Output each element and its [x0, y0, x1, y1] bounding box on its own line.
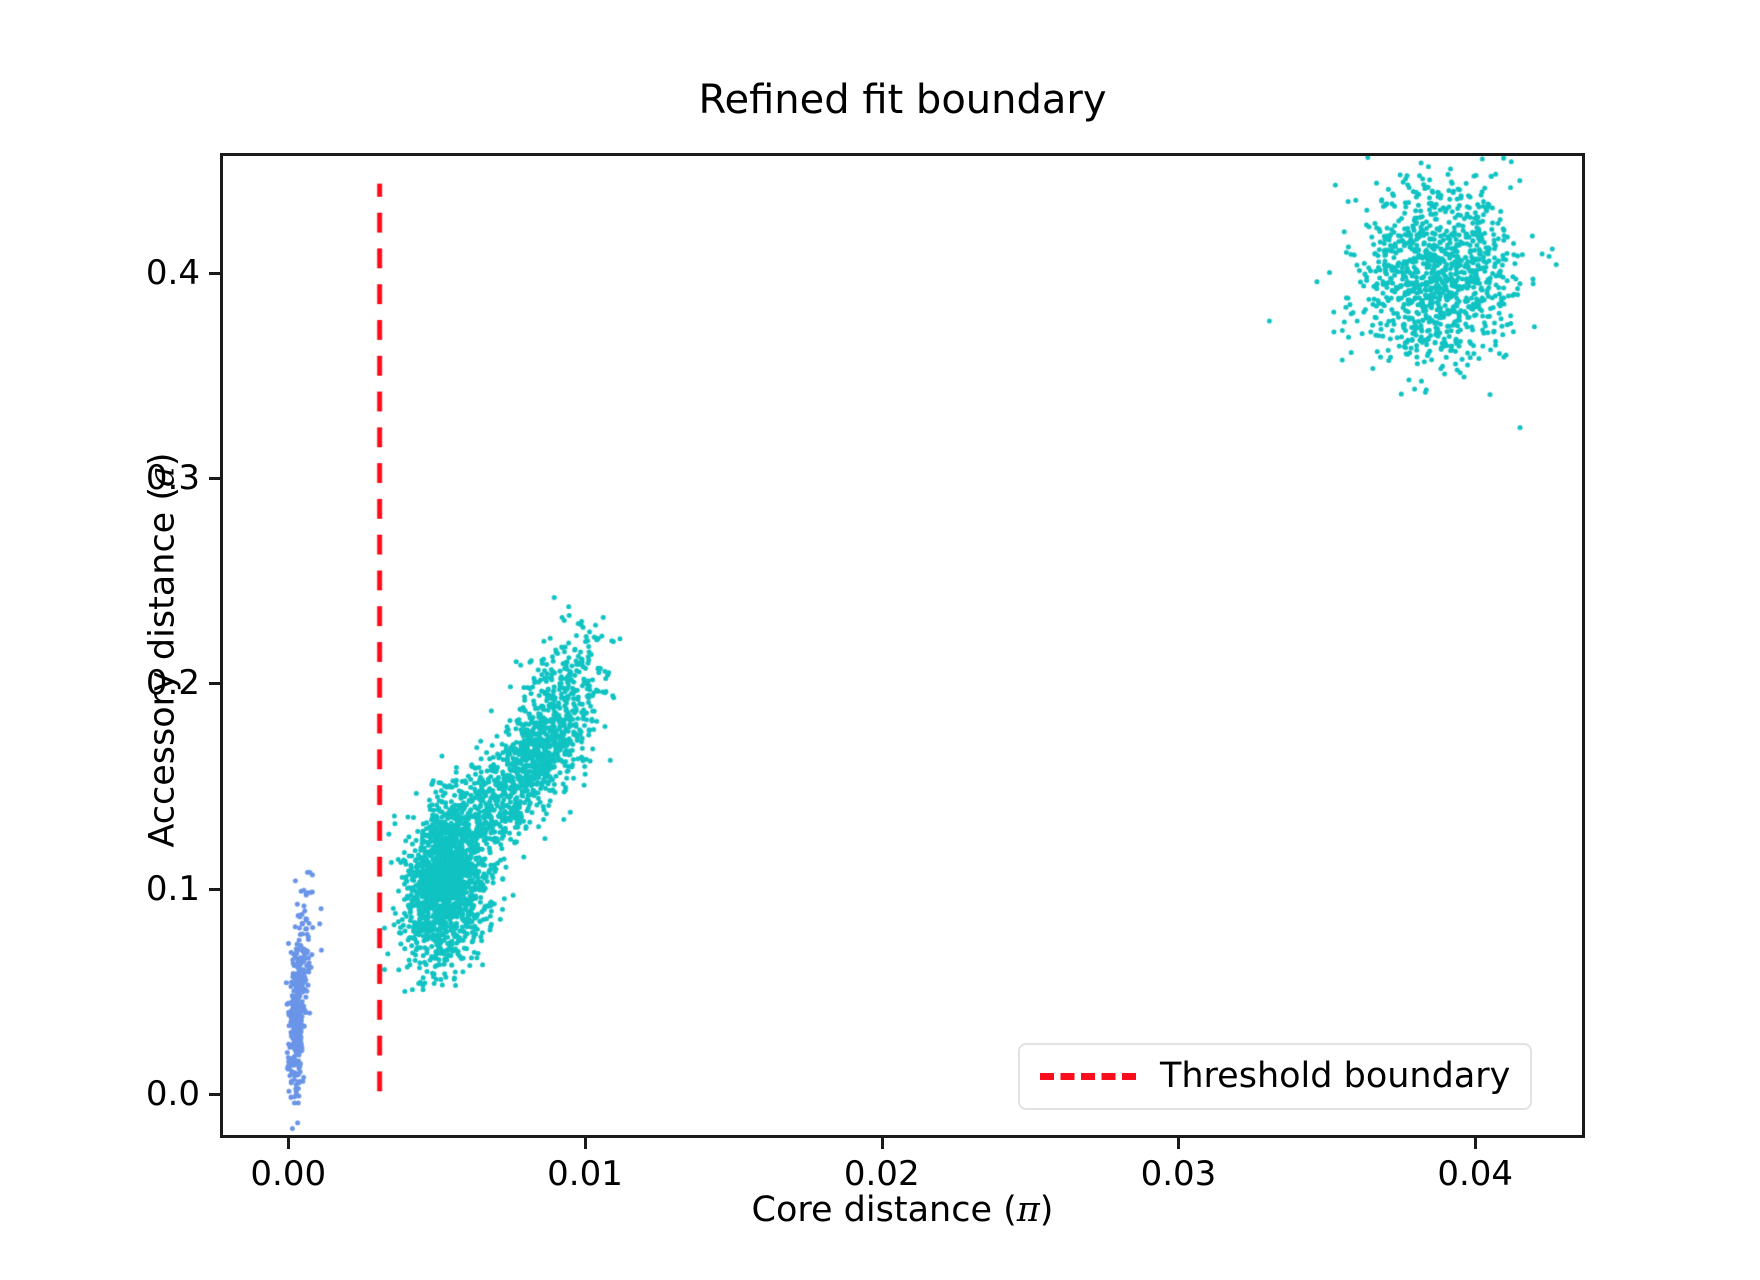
- x-tick-label: 0.02: [843, 1154, 920, 1194]
- x-tick-mark: [287, 1138, 291, 1149]
- y-axis-label-suffix: ): [142, 452, 183, 467]
- x-tick-label: 0.00: [250, 1154, 327, 1194]
- y-tick-mark: [209, 682, 220, 686]
- chart-title-text: Refined fit boundary: [698, 77, 1107, 123]
- figure-canvas: Refined fit boundary 0.00 0.01 0.02 0.03 0.0…: [0, 0, 1760, 1280]
- x-tick-mark: [1177, 1138, 1181, 1149]
- x-tick-mark: [1474, 1138, 1478, 1149]
- x-tick-mark: [880, 1138, 884, 1149]
- page-title: Refined fit boundary: [220, 78, 1585, 122]
- plot-area: [220, 153, 1585, 1138]
- legend-item-label: Threshold boundary: [1160, 1056, 1511, 1096]
- legend-box[interactable]: Threshold boundary: [1018, 1043, 1533, 1110]
- y-tick-mark: [209, 477, 220, 481]
- y-tick-mark: [209, 272, 220, 276]
- threshold-boundary-line-icon: [1040, 1073, 1136, 1080]
- x-axis-label-suffix: ): [1039, 1190, 1054, 1230]
- y-tick-mark: [209, 887, 220, 891]
- scatter-plot-canvas: [223, 156, 1582, 1135]
- y-tick-mark: [209, 1092, 220, 1096]
- x-tick-label: 0.04: [1437, 1154, 1514, 1194]
- y-axis-label: Accessory distance (a): [143, 158, 183, 1143]
- y-axis-label-prefix: Accessory distance (: [142, 487, 183, 848]
- y-axis-label-symbol: a: [142, 466, 183, 487]
- x-tick-label: 0.03: [1140, 1154, 1217, 1194]
- x-axis-label-prefix: Core distance (: [751, 1190, 1017, 1230]
- x-axis-label-symbol: π: [1016, 1190, 1040, 1230]
- x-tick-mark: [583, 1138, 587, 1149]
- x-axis-label: Core distance (π): [220, 1190, 1585, 1230]
- x-tick-label: 0.01: [547, 1154, 623, 1194]
